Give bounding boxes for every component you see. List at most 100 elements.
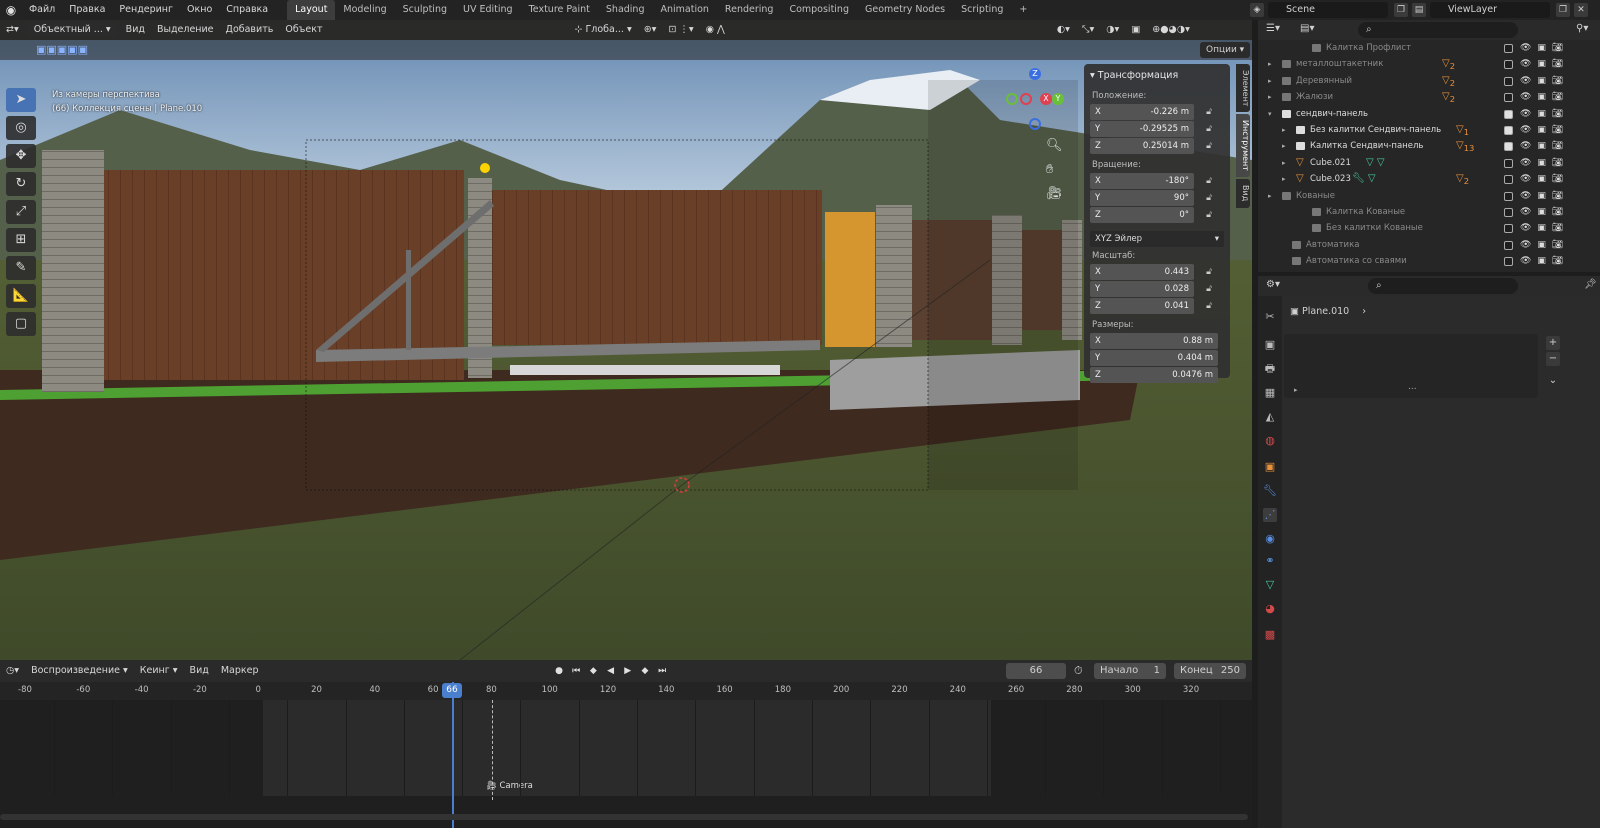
lock-icon[interactable]: 🔓︎ [1200,124,1218,134]
menu-playback[interactable]: Воспроизведение ▾ [25,661,134,681]
tool-props-icon[interactable]: ✂ [1263,310,1277,324]
rotate-tool-icon[interactable]: ↻ [6,172,36,196]
lock-icon[interactable]: 🔓︎ [1200,193,1218,203]
visibility-icon[interactable]: ◐▾ [1051,20,1076,40]
axis-y-icon[interactable]: Y [1052,93,1064,105]
expand-arrow-icon[interactable]: ▸ [1268,89,1272,105]
axis-neg-x-icon[interactable] [1020,93,1032,105]
playhead-line[interactable] [452,682,454,828]
tab-shading[interactable]: Shading [598,0,653,20]
render-props-icon[interactable]: ▣ [1263,338,1277,352]
outliner-row[interactable]: ▸ Жалюзи ▽2 👁︎▣📷︎ [1258,89,1600,105]
move-tool-icon[interactable]: ✥ [6,144,36,168]
outliner-search-input[interactable]: ⌕ [1358,22,1518,38]
outliner-row[interactable]: ▸ Калитка Сендвич-панель ▽13 👁︎▣📷︎ [1258,138,1600,154]
visibility-icons[interactable]: 👁︎▣📷︎ [1520,204,1569,220]
visibility-icons[interactable]: 👁︎▣📷︎ [1520,56,1569,72]
lock-icon[interactable]: 🔓︎ [1200,107,1218,117]
jump-start-icon[interactable]: ⏮ [569,664,583,678]
scale-x-field[interactable]: X 0.443 🔓︎ [1090,264,1224,280]
tab-rendering[interactable]: Rendering [717,0,782,20]
tab-layout[interactable]: Layout [287,0,336,20]
rotation-mode-dropdown[interactable]: XYZ Эйлер ▾ [1090,231,1224,247]
prev-keyframe-icon[interactable]: ◆ [586,664,600,678]
blender-logo-icon[interactable]: ◉ [0,3,22,17]
exclude-checkbox[interactable] [1504,175,1513,185]
properties-search-input[interactable]: ⌕ [1368,278,1518,294]
properties-editor-icon[interactable]: ⚙▾ [1266,279,1280,290]
lock-icon[interactable]: 🔓︎ [1200,284,1218,294]
frame-ruler[interactable] [0,682,1252,700]
menu-timeline-view[interactable]: Вид [184,661,215,681]
constraints-props-icon[interactable]: ⚭ [1263,554,1277,568]
axis-neg-y-icon[interactable] [1006,93,1018,105]
menu-select[interactable]: Выделение [151,20,220,40]
menu-marker[interactable]: Маркер [215,661,265,681]
transform-tool-icon[interactable]: ⊞ [6,228,36,252]
outliner-row[interactable]: Калитка Профлист 👁︎▣📷︎ [1258,40,1600,56]
exclude-checkbox[interactable] [1504,93,1513,103]
lock-icon[interactable]: 🔓︎ [1200,176,1218,186]
outliner-row[interactable]: Автоматика со сваями 👁︎▣📷︎ [1258,253,1600,269]
output-props-icon[interactable]: 🖶︎ [1263,362,1277,376]
filter-icon[interactable]: ⚲▾ [1576,23,1588,34]
zoom-icon[interactable]: 🔍︎ [1046,138,1063,153]
exclude-checkbox[interactable] [1504,44,1513,53]
tab-compositing[interactable]: Compositing [781,0,857,20]
start-frame-field[interactable]: Начало 1 [1094,663,1166,679]
tab-animation[interactable]: Animation [652,0,716,20]
rotation-z-field[interactable]: Z 0° 🔓︎ [1090,207,1224,223]
scale-tool-icon[interactable]: ⤢ [6,200,36,224]
menu-keying[interactable]: Кеинг ▾ [134,661,184,681]
expand-arrow-icon[interactable]: ▸ [1282,138,1286,154]
menu-file[interactable]: Файл [22,0,62,20]
shading-modes-icon[interactable]: ⊕●◕◑▾ [1146,20,1196,40]
rotation-y-field[interactable]: Y 90° 🔓︎ [1090,190,1224,206]
navigation-gizmo[interactable]: Z X Y [1004,68,1064,130]
horizontal-scrollbar[interactable] [0,814,1248,820]
lock-icon[interactable]: 🔓︎ [1200,210,1218,220]
cursor-tool-icon[interactable]: ◎ [6,116,36,140]
play-reverse-icon[interactable]: ◀ [604,664,618,678]
dimensions-z-field[interactable]: Z 0.0476 m [1090,367,1224,383]
add-workspace-button[interactable]: + [1011,0,1035,20]
exclude-checkbox[interactable] [1504,158,1513,168]
menu-add[interactable]: Добавить [220,20,280,40]
measure-tool-icon[interactable]: 📐 [6,284,36,308]
proportional-edit-icon[interactable]: ◉ ⋀ [700,20,731,40]
overlay-icon[interactable]: ◑▾ [1100,20,1125,40]
xray-icon[interactable]: ▣ [1125,20,1146,40]
dimensions-y-field[interactable]: Y 0.404 m [1090,350,1224,366]
tab-item[interactable]: Элемент [1236,64,1250,113]
tab-tool[interactable]: Инструмент [1236,114,1250,178]
timeline-editor-icon[interactable]: ◷▾ [0,661,25,681]
visibility-icons[interactable]: 👁︎▣📷︎ [1520,138,1569,154]
select-tool-icon[interactable]: ➤ [6,88,36,112]
menu-help[interactable]: Справка [219,0,275,20]
lock-icon[interactable]: 🔓︎ [1200,267,1218,277]
active-object-breadcrumb[interactable]: ▣ Plane.010 › [1290,306,1366,317]
axis-z-icon[interactable]: Z [1029,68,1041,80]
physics-props-icon[interactable]: ◉ [1263,532,1277,546]
gizmo-toggle-icon[interactable]: ⤡▾ [1076,20,1100,40]
current-frame-field[interactable]: 66 [1006,663,1066,679]
data-props-icon[interactable]: ▽ [1263,578,1277,592]
remove-view-layer-icon[interactable]: ✕ [1574,3,1588,17]
visibility-icons[interactable]: 👁︎▣📷︎ [1520,122,1569,138]
rotation-x-field[interactable]: X -180° 🔓︎ [1090,173,1224,189]
outliner-row[interactable]: ▸ ▽ Cube.023 ▽2 🔧︎ ▽ 👁︎▣📷︎ [1258,171,1600,187]
pin-icon[interactable]: 📌︎ [1584,279,1597,290]
expand-arrow-icon[interactable]: ▸ [1282,122,1286,138]
outliner-row[interactable]: Без калитки Кованые 👁︎▣📷︎ [1258,220,1600,236]
location-y-field[interactable]: Y -0.29525 m 🔓︎ [1090,121,1224,137]
tab-sculpting[interactable]: Sculpting [395,0,455,20]
copy-view-layer-icon[interactable]: ❐ [1556,3,1570,17]
select-mode-icons[interactable]: ▣▣▣▣▣ [36,43,88,56]
camera-marker[interactable]: 🎥︎ Camera [486,781,533,791]
annotate-tool-icon[interactable]: ✎ [6,256,36,280]
outliner-row[interactable]: ▸ Деревянный ▽2 👁︎▣📷︎ [1258,73,1600,89]
visibility-icons[interactable]: 👁︎▣📷︎ [1520,89,1569,105]
object-props-icon[interactable]: ▣ [1263,460,1277,474]
particle-systems-list[interactable]: ▸ ... [1284,334,1538,398]
location-x-field[interactable]: X -0.226 m 🔓︎ [1090,104,1224,120]
